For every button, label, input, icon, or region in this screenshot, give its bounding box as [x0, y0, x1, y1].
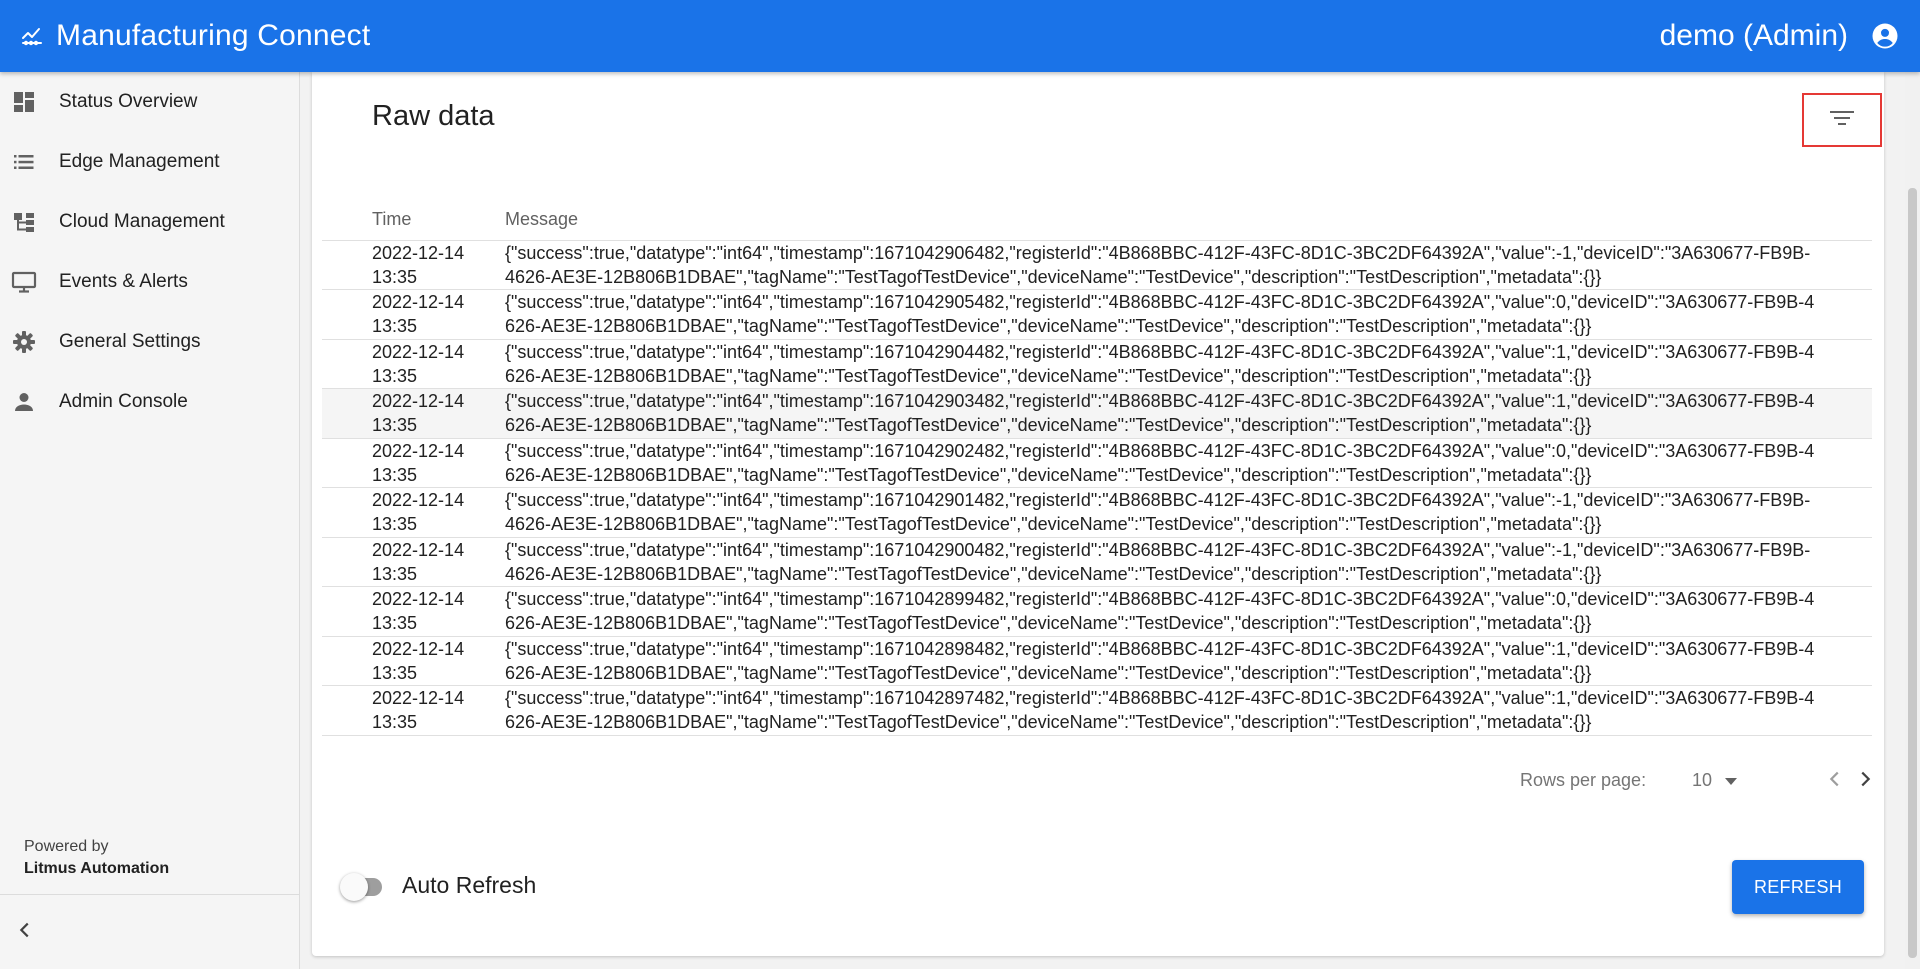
cell-time: 2022-12-14 13:35	[322, 388, 505, 439]
sidebar-item-label: Status Overview	[59, 91, 198, 112]
sidebar-item-label: Edge Management	[59, 151, 220, 172]
table-row[interactable]: 2022-12-14 13:35 {"success":true,"dataty…	[322, 438, 1872, 488]
cell-time: 2022-12-14 13:35	[322, 636, 505, 686]
table-row[interactable]: 2022-12-14 13:35 {"success":true,"dataty…	[322, 388, 1872, 439]
cell-time: 2022-12-14 13:35	[322, 339, 505, 389]
account-circle-icon[interactable]	[1870, 21, 1900, 51]
column-header-time[interactable]: Time	[322, 200, 505, 241]
sidebar-item-edge-management[interactable]: Edge Management	[0, 132, 299, 192]
cell-message: {"success":true,"datatype":"int64","time…	[505, 487, 1872, 538]
monitor-icon	[10, 268, 38, 296]
chevron-left-icon	[1824, 771, 1846, 794]
next-page-button[interactable]	[1854, 768, 1876, 795]
table-row[interactable]: 2022-12-14 13:35 {"success":true,"dataty…	[322, 685, 1872, 736]
table-row[interactable]: 2022-12-14 13:35 {"success":true,"dataty…	[322, 636, 1872, 686]
cell-message: {"success":true,"datatype":"int64","time…	[505, 537, 1872, 587]
table-row[interactable]: 2022-12-14 13:35 {"success":true,"dataty…	[322, 240, 1872, 290]
cell-message: {"success":true,"datatype":"int64","time…	[505, 685, 1872, 736]
auto-refresh-toggle[interactable]	[336, 870, 388, 902]
cell-time: 2022-12-14 13:35	[322, 240, 505, 290]
cell-time: 2022-12-14 13:35	[322, 487, 505, 538]
previous-page-button[interactable]	[1824, 768, 1846, 795]
cell-time: 2022-12-14 13:35	[322, 438, 505, 488]
table-row[interactable]: 2022-12-14 13:35 {"success":true,"dataty…	[322, 289, 1872, 340]
column-header-message[interactable]: Message	[505, 200, 1872, 241]
chevron-left-icon	[14, 919, 36, 946]
table-row[interactable]: 2022-12-14 13:35 {"success":true,"dataty…	[322, 487, 1872, 538]
person-icon	[10, 388, 38, 416]
cell-message: {"success":true,"datatype":"int64","time…	[505, 240, 1872, 290]
cell-message: {"success":true,"datatype":"int64","time…	[505, 636, 1872, 686]
auto-refresh-label: Auto Refresh	[402, 872, 537, 898]
cell-message: {"success":true,"datatype":"int64","time…	[505, 438, 1872, 488]
sidebar-item-label: General Settings	[59, 331, 201, 352]
sidebar-item-label: Events & Alerts	[59, 271, 188, 292]
table-row[interactable]: 2022-12-14 13:35 {"success":true,"dataty…	[322, 586, 1872, 637]
toggle-thumb	[340, 873, 368, 901]
raw-data-table: Time Message 2022-12-14 13:35 {"success"…	[322, 200, 1872, 736]
brand-name: Litmus Automation	[24, 860, 170, 877]
sidebar-item-status-overview[interactable]: Status Overview	[0, 72, 299, 132]
chart-line-icon	[20, 22, 48, 50]
cell-message: {"success":true,"datatype":"int64","time…	[505, 289, 1872, 340]
rows-per-page-label: Rows per page:	[1520, 770, 1647, 790]
cell-time: 2022-12-14 13:35	[322, 586, 505, 637]
filter-list-icon	[1829, 108, 1855, 133]
rows-per-page-value: 10	[1692, 770, 1713, 790]
cell-time: 2022-12-14 13:35	[322, 685, 505, 736]
powered-by: Powered by Litmus Automation	[24, 836, 169, 880]
caret-down-icon	[1724, 774, 1738, 788]
powered-by-label: Powered by	[24, 838, 109, 855]
sidebar-item-events-alerts[interactable]: Events & Alerts	[0, 252, 299, 312]
sidebar-item-general-settings[interactable]: General Settings	[0, 312, 299, 372]
table-row[interactable]: 2022-12-14 13:35 {"success":true,"dataty…	[322, 339, 1872, 389]
sidebar-item-label: Admin Console	[59, 391, 188, 412]
app-bar: Manufacturing Connect demo (Admin)	[0, 0, 1920, 72]
table-row[interactable]: 2022-12-14 13:35 {"success":true,"dataty…	[322, 537, 1872, 587]
collapse-sidebar-button[interactable]	[0, 894, 299, 969]
cell-message: {"success":true,"datatype":"int64","time…	[505, 339, 1872, 389]
refresh-button[interactable]: REFRESH	[1732, 860, 1864, 914]
sidebar-item-label: Cloud Management	[59, 211, 225, 232]
user-name: demo (Admin)	[1659, 19, 1848, 52]
rows-per-page-select[interactable]: 10	[1692, 770, 1738, 791]
cell-message: {"success":true,"datatype":"int64","time…	[505, 388, 1872, 439]
filter-button[interactable]	[1802, 93, 1882, 147]
table-header-row: Time Message	[322, 200, 1872, 241]
hierarchy-icon	[10, 208, 38, 236]
cell-time: 2022-12-14 13:35	[322, 289, 505, 340]
cell-message: {"success":true,"datatype":"int64","time…	[505, 586, 1872, 637]
dashboard-icon	[10, 88, 38, 116]
pagination: Rows per page: 10	[312, 762, 1884, 802]
sidebar-item-cloud-management[interactable]: Cloud Management	[0, 192, 299, 252]
list-icon	[10, 148, 38, 176]
page-title: Raw data	[372, 100, 495, 132]
cell-time: 2022-12-14 13:35	[322, 537, 505, 587]
app-title: Manufacturing Connect	[56, 19, 371, 52]
raw-data-card: Raw data Time Message 2022-12-14 13:35 {…	[312, 72, 1884, 956]
gear-icon	[10, 328, 38, 356]
sidebar-item-admin-console[interactable]: Admin Console	[0, 372, 299, 432]
chevron-right-icon	[1854, 771, 1876, 794]
scrollbar-thumb[interactable]	[1908, 188, 1917, 958]
sidebar: Status Overview Edge Management Cloud Ma…	[0, 72, 300, 969]
